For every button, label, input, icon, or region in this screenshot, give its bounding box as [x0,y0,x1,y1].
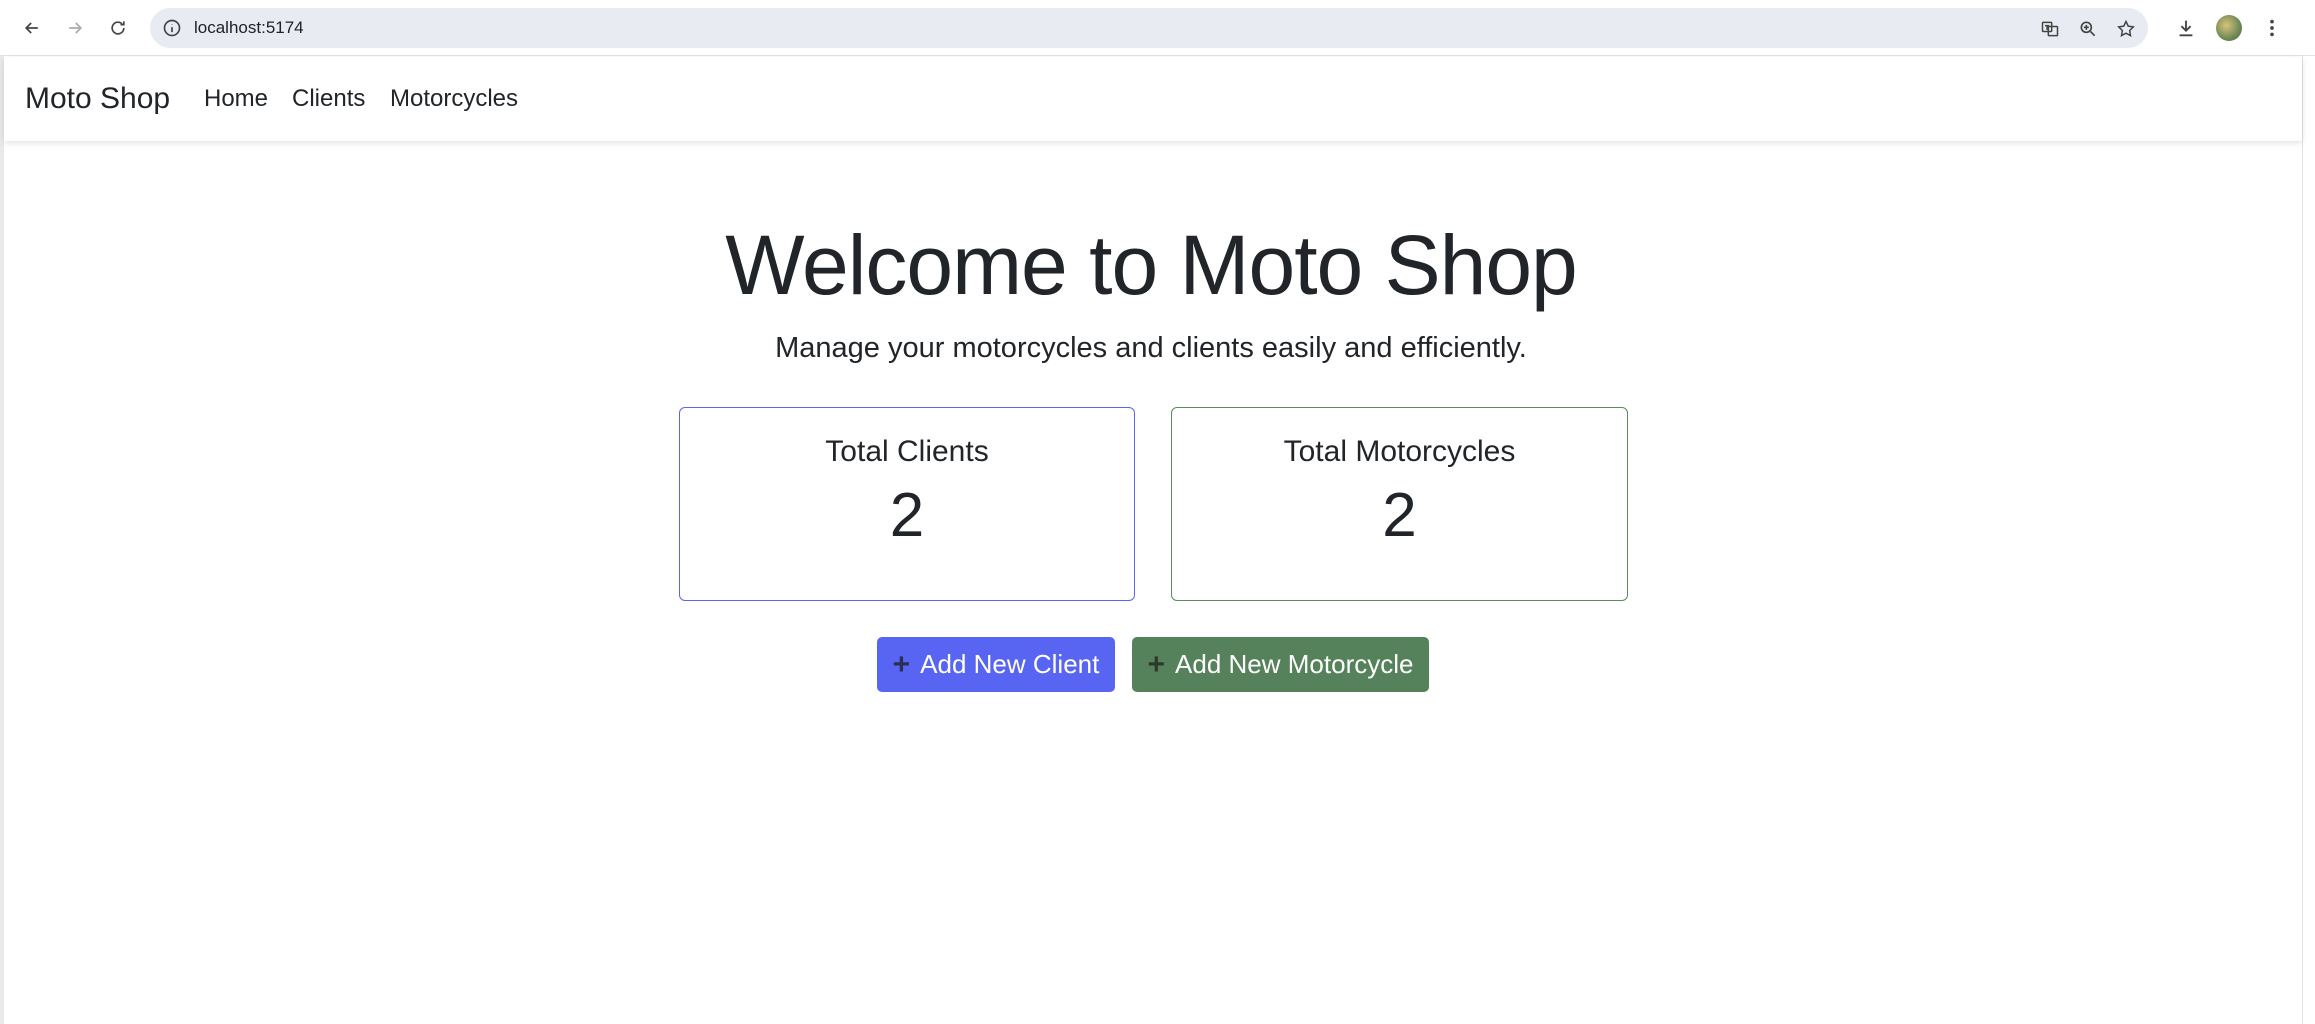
total-motorcycles-label: Total Motorcycles [1283,435,1516,468]
site-info-icon[interactable] [162,18,182,38]
bookmark-star-icon[interactable] [2114,17,2138,41]
add-client-button[interactable]: + Add New Client [877,637,1115,692]
total-motorcycles-card: Total Motorcycles 2 [1171,407,1628,601]
reload-icon[interactable] [102,12,134,44]
nav-link-motorcycles[interactable]: Motorcycles [390,84,518,114]
nav-link-clients[interactable]: Clients [292,84,365,114]
add-motorcycle-button[interactable]: + Add New Motorcycle [1132,637,1429,692]
total-clients-card: Total Clients 2 [679,407,1135,601]
plus-icon: + [892,647,911,681]
total-motorcycles-value: 2 [1382,481,1417,550]
page-title: Welcome to Moto Shop [725,218,1578,312]
zoom-icon[interactable] [2076,17,2100,41]
app-navbar: Moto Shop Home Clients Motorcycles [4,57,2302,141]
profile-avatar[interactable] [2215,14,2243,42]
forward-icon[interactable] [59,12,91,44]
add-motorcycle-label: Add New Motorcycle [1175,649,1414,679]
browser-toolbar: localhost:5174 [0,0,2315,56]
nav-link-home[interactable]: Home [204,84,268,114]
menu-kebab-icon[interactable] [2258,14,2286,42]
address-bar[interactable]: localhost:5174 [150,8,2148,48]
total-clients-value: 2 [889,481,925,550]
add-client-label: Add New Client [920,649,1100,679]
back-icon[interactable] [16,12,48,44]
total-clients-label: Total Clients [825,435,989,468]
url-text[interactable]: localhost:5174 [194,18,304,38]
plus-icon: + [1147,647,1166,681]
download-icon[interactable] [2172,14,2200,42]
page-subtitle: Manage your motorcycles and clients easi… [775,332,1527,364]
brand-link[interactable]: Moto Shop [25,81,170,117]
window-right-edge [2302,56,2315,1024]
window-left-edge [0,56,4,1024]
translate-icon[interactable] [2038,17,2062,41]
